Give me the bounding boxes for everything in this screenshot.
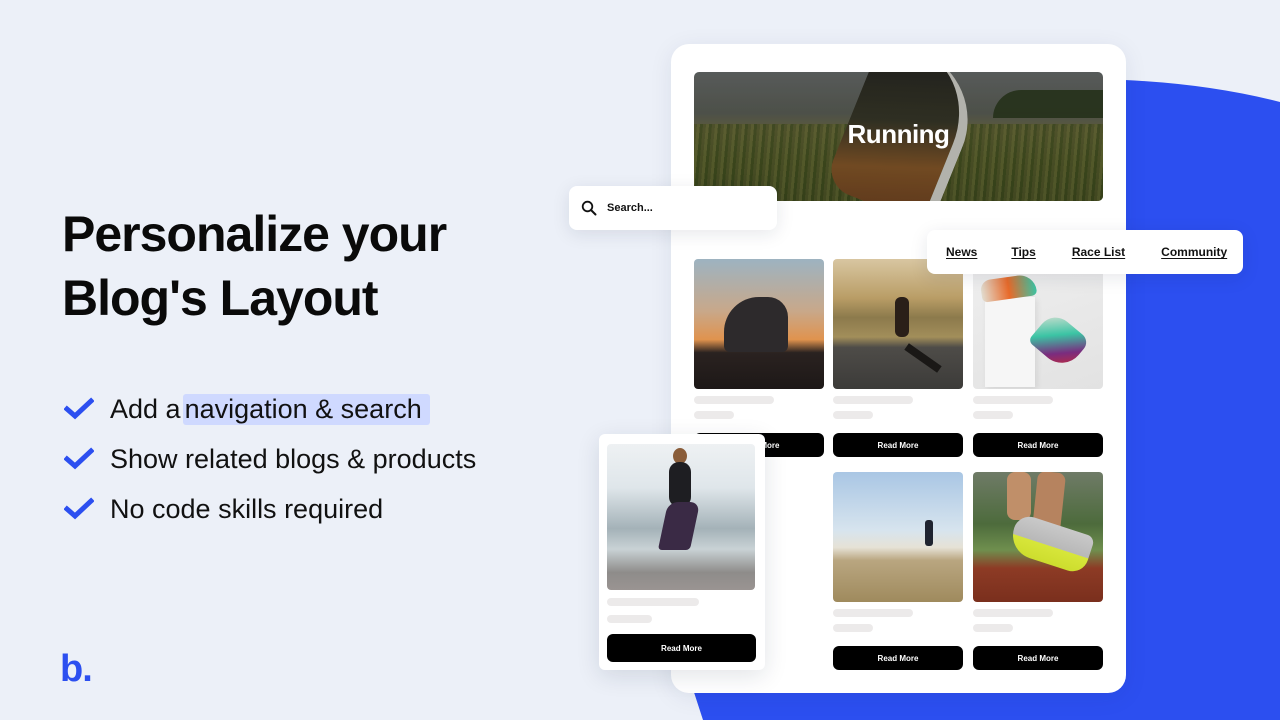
meta-placeholder — [607, 615, 652, 623]
feature-text: Add a — [110, 393, 181, 424]
title-placeholder — [833, 396, 913, 404]
feature-item: Add a navigation & search — [64, 384, 476, 434]
meta-placeholder — [973, 411, 1013, 419]
blog-navigation: News Tips Race List Community — [927, 230, 1243, 274]
blog-post-card: Read More — [973, 472, 1103, 670]
blog-post-card: Read More — [973, 259, 1103, 457]
feature-text: Show related blogs & products — [110, 443, 477, 474]
hero-title: Running — [847, 119, 950, 149]
read-more-button[interactable]: Read More — [833, 646, 963, 670]
title-placeholder — [833, 609, 913, 617]
feature-item: No code skills required — [64, 484, 476, 534]
related-post-card: Read More — [599, 434, 765, 670]
meta-placeholder — [833, 411, 873, 419]
brand-logo: b. — [60, 648, 93, 690]
post-thumbnail[interactable] — [833, 472, 963, 602]
nav-link-community[interactable]: Community — [1161, 245, 1227, 259]
post-thumbnail[interactable] — [833, 259, 963, 389]
feature-highlight: navigation & search — [182, 393, 430, 425]
headline-line-2: Blog's Layout — [62, 270, 379, 326]
search-input[interactable] — [607, 202, 757, 214]
meta-placeholder — [833, 624, 873, 632]
feature-text: No code skills required — [110, 493, 384, 524]
headline: Personalize your Blog's Layout — [62, 202, 447, 330]
check-icon — [64, 397, 94, 420]
search-bar[interactable] — [569, 186, 777, 230]
headline-line-1: Personalize your — [62, 206, 447, 262]
nav-link-race-list[interactable]: Race List — [1072, 245, 1125, 259]
read-more-button[interactable]: Read More — [973, 433, 1103, 457]
blog-post-card: Read More — [694, 259, 824, 457]
check-icon — [64, 497, 94, 520]
meta-placeholder — [694, 411, 734, 419]
post-thumbnail[interactable] — [607, 444, 755, 590]
feature-list: Add a navigation & search Show related b… — [64, 384, 476, 534]
check-icon — [64, 447, 94, 470]
read-more-button[interactable]: Read More — [973, 646, 1103, 670]
blog-post-card: Read More — [833, 259, 963, 457]
post-thumbnail[interactable] — [973, 472, 1103, 602]
nav-link-tips[interactable]: Tips — [1011, 245, 1035, 259]
feature-item: Show related blogs & products — [64, 434, 476, 484]
nav-link-news[interactable]: News — [946, 245, 977, 259]
post-thumbnail[interactable] — [694, 259, 824, 389]
blog-post-card: Read More — [833, 472, 963, 670]
read-more-button[interactable]: Read More — [833, 433, 963, 457]
search-icon — [581, 200, 597, 216]
title-placeholder — [694, 396, 774, 404]
read-more-button[interactable]: Read More — [607, 634, 756, 662]
meta-placeholder — [973, 624, 1013, 632]
post-thumbnail[interactable] — [973, 259, 1103, 389]
title-placeholder — [973, 609, 1053, 617]
hero-banner: Running — [694, 72, 1103, 201]
title-placeholder — [607, 598, 699, 606]
title-placeholder — [973, 396, 1053, 404]
